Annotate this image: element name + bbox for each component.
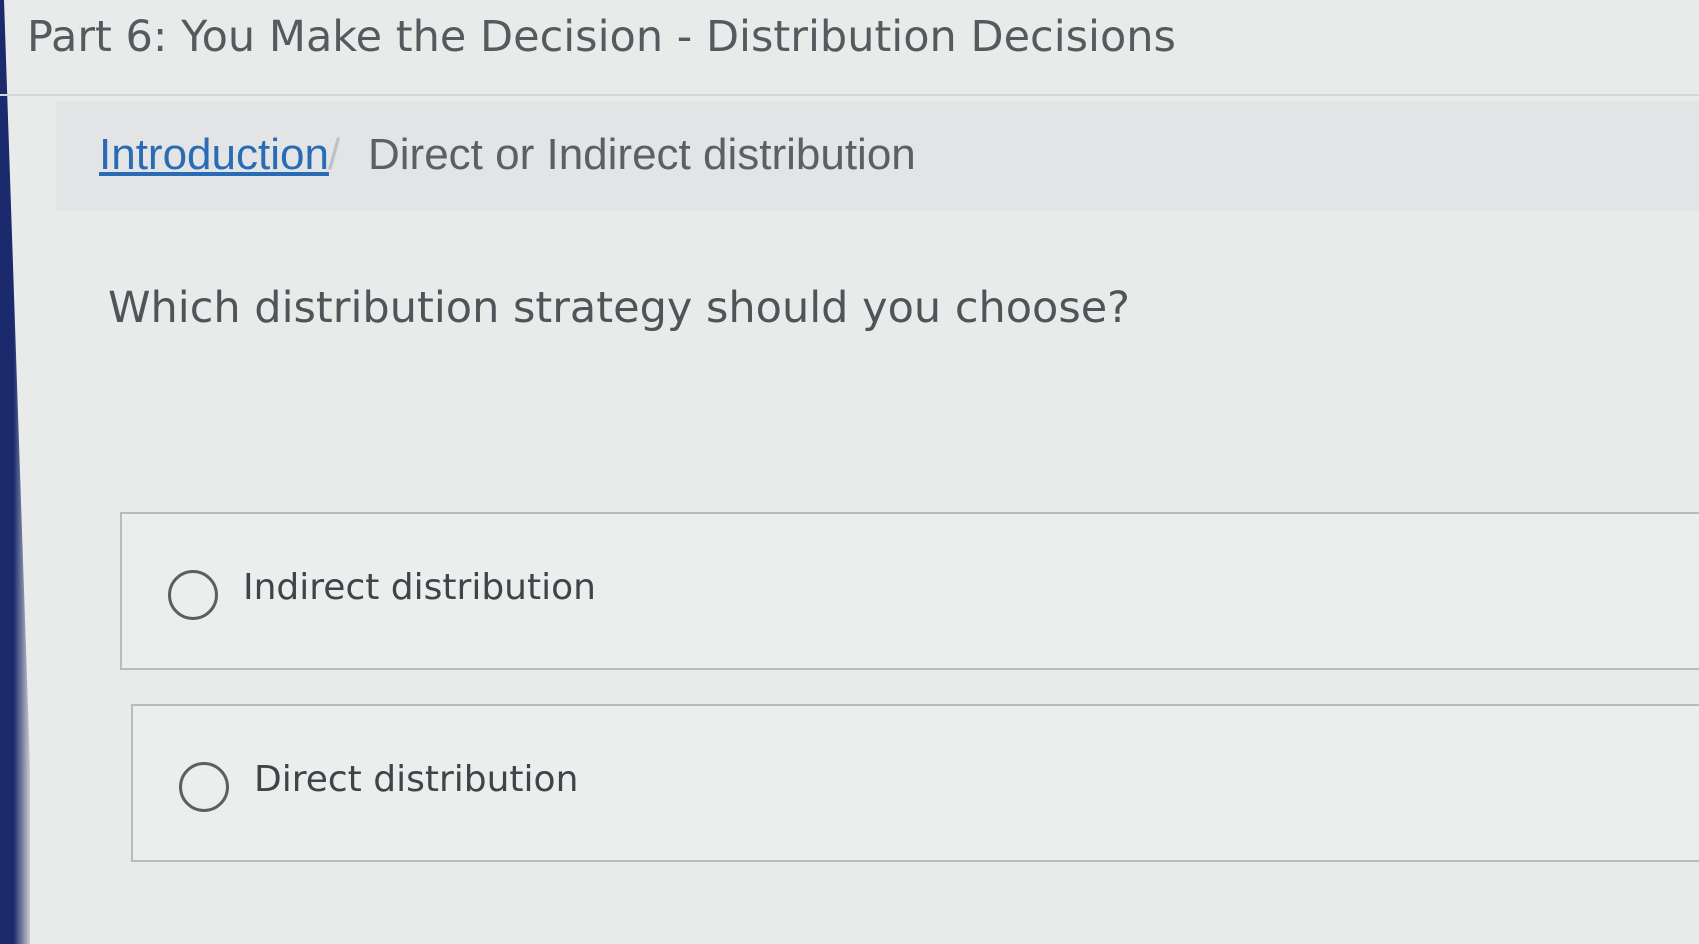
breadcrumb-introduction-link[interactable]: Introduction [99,130,329,180]
breadcrumb-current: Direct or Indirect distribution [368,130,916,179]
left-edge-bar [0,0,30,944]
radio-button-indirect[interactable] [168,570,218,620]
option-indirect-distribution[interactable]: Indirect distribution [120,512,1699,670]
radio-button-direct[interactable] [179,762,229,812]
option-label: Direct distribution [254,759,579,800]
option-label: Indirect distribution [243,567,596,608]
breadcrumb-separator: / [328,130,341,179]
question-text: Which distribution strategy should you c… [108,283,1131,333]
page-title: Part 6: You Make the Decision - Distribu… [27,12,1176,62]
title-divider [0,94,1699,96]
breadcrumb: Introduction / Direct or Indirect distri… [56,102,1699,210]
option-direct-distribution[interactable]: Direct distribution [131,704,1699,862]
